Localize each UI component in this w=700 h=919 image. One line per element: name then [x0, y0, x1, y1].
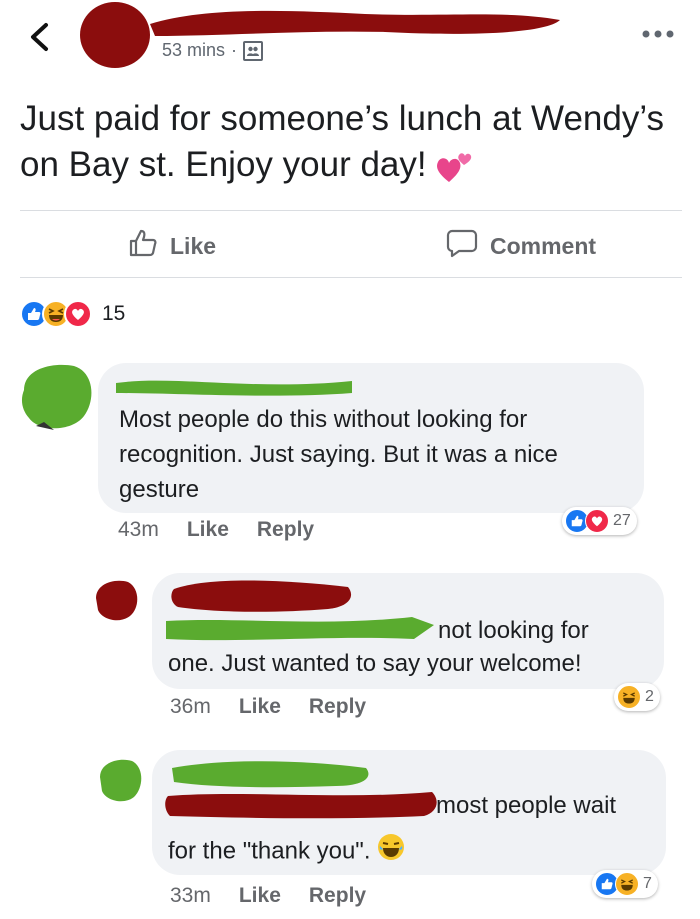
post-meta: 53 mins · — [162, 40, 264, 61]
comment-3-time[interactable]: 33m — [170, 884, 211, 908]
comment-2-reaction-count: 2 — [645, 688, 654, 705]
comment-2-like-button[interactable]: Like — [239, 695, 281, 719]
comment-1-like-button[interactable]: Like — [187, 518, 229, 542]
post-text: Just paid for someone’s lunch at Wendy’s… — [20, 99, 664, 184]
commenter-2-avatar[interactable] — [92, 578, 142, 622]
comment-1-reactions[interactable]: 27 — [562, 507, 637, 535]
privacy-friends-icon[interactable] — [243, 40, 264, 61]
comment-2-text-line2: one. Just wanted to say your welcome! — [168, 650, 582, 677]
like-button[interactable]: Like — [128, 228, 216, 264]
comment-2-bubble[interactable]: not looking for one. Just wanted to say … — [152, 573, 664, 689]
love-reaction-icon — [585, 509, 609, 533]
redacted-poster-name — [150, 10, 560, 36]
comment-2-meta: 36m Like Reply — [170, 695, 366, 719]
redacted-commenter-2-name — [171, 580, 352, 612]
comment-icon — [446, 228, 478, 264]
comment-1-text: Most people do this without looking for … — [119, 406, 558, 503]
comment-2-text-line1: not looking for — [438, 617, 589, 644]
meta-separator: · — [231, 40, 238, 60]
post-content: Just paid for someone’s lunch at Wendy’s… — [20, 96, 690, 188]
post-reactions[interactable]: 15 — [20, 300, 125, 328]
comment-2-time[interactable]: 36m — [170, 695, 211, 719]
comment-2-reactions[interactable]: 2 — [614, 683, 660, 711]
love-reaction-icon — [64, 300, 92, 328]
comment-3-like-button[interactable]: Like — [239, 884, 281, 908]
comment-1-reaction-count: 27 — [613, 512, 631, 529]
comment-1-meta: 43m Like Reply — [118, 518, 314, 542]
comment-3-text-line2-text: for the "thank you". — [168, 837, 371, 865]
divider-bottom — [20, 277, 682, 278]
comment-1-bubble[interactable]: Most people do this without looking for … — [98, 363, 644, 513]
commenter-1-avatar[interactable] — [14, 360, 96, 432]
more-options-icon[interactable] — [641, 27, 675, 39]
redacted-commenter-1-name — [116, 380, 352, 396]
comment-3-meta: 33m Like Reply — [170, 884, 366, 908]
comment-3-reactions[interactable]: 7 — [592, 870, 658, 898]
commenter-3-avatar[interactable] — [94, 755, 146, 805]
post-reaction-count: 15 — [102, 302, 126, 325]
divider-top — [20, 210, 682, 211]
redacted-comment-3-text — [165, 792, 437, 819]
haha-reaction-icon — [615, 872, 639, 896]
comment-1-time[interactable]: 43m — [118, 518, 159, 542]
haha-reaction-icon — [617, 685, 641, 709]
back-arrow-icon[interactable] — [26, 22, 54, 52]
redacted-commenter-3-name — [172, 761, 369, 788]
comment-3-text-line1: most people wait — [436, 792, 617, 819]
comment-2-reply-button[interactable]: Reply — [309, 695, 366, 719]
comment-3-reaction-count: 7 — [643, 875, 652, 892]
redacted-comment-2-text — [166, 617, 434, 641]
thumbs-up-icon — [128, 228, 158, 264]
poster-avatar[interactable] — [80, 2, 150, 68]
post-timestamp[interactable]: 53 mins — [162, 40, 225, 61]
comment-3-text-line2: for the "thank you". — [168, 833, 405, 871]
comment-1-reply-button[interactable]: Reply — [257, 518, 314, 542]
comment-3-reply-button[interactable]: Reply — [309, 884, 366, 908]
laughing-emoji — [377, 833, 405, 871]
comment-3-bubble[interactable]: most people wait for the "thank you". — [152, 750, 666, 875]
comment-button[interactable]: Comment — [446, 228, 596, 264]
comment-label: Comment — [490, 232, 597, 259]
two-hearts-emoji — [435, 150, 473, 184]
like-label: Like — [170, 232, 217, 259]
